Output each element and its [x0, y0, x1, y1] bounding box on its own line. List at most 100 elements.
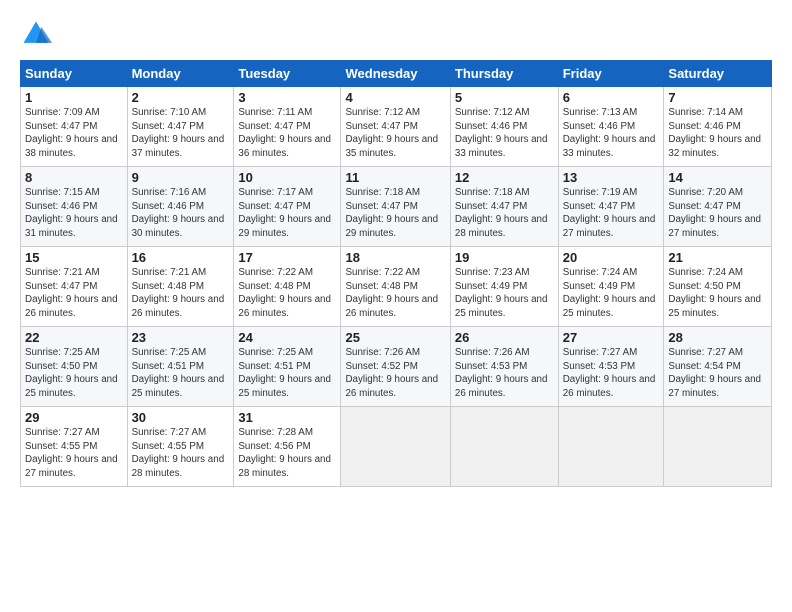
calendar-day-cell: 26 Sunrise: 7:26 AMSunset: 4:53 PMDaylig… [450, 327, 558, 407]
day-number: 30 [132, 410, 230, 425]
day-info: Sunrise: 7:10 AMSunset: 4:47 PMDaylight:… [132, 107, 225, 159]
calendar-day-cell: 16 Sunrise: 7:21 AMSunset: 4:48 PMDaylig… [127, 247, 234, 327]
calendar-day-cell: 24 Sunrise: 7:25 AMSunset: 4:51 PMDaylig… [234, 327, 341, 407]
calendar-day-cell: 29 Sunrise: 7:27 AMSunset: 4:55 PMDaylig… [21, 407, 128, 487]
day-info: Sunrise: 7:26 AMSunset: 4:52 PMDaylight:… [345, 347, 438, 399]
day-number: 11 [345, 170, 445, 185]
day-number: 5 [455, 90, 554, 105]
calendar-day-cell: 17 Sunrise: 7:22 AMSunset: 4:48 PMDaylig… [234, 247, 341, 327]
day-number: 26 [455, 330, 554, 345]
day-info: Sunrise: 7:26 AMSunset: 4:53 PMDaylight:… [455, 347, 548, 399]
day-info: Sunrise: 7:21 AMSunset: 4:48 PMDaylight:… [132, 267, 225, 319]
day-number: 6 [563, 90, 660, 105]
day-info: Sunrise: 7:14 AMSunset: 4:46 PMDaylight:… [668, 107, 761, 159]
day-info: Sunrise: 7:27 AMSunset: 4:53 PMDaylight:… [563, 347, 656, 399]
day-info: Sunrise: 7:20 AMSunset: 4:47 PMDaylight:… [668, 187, 761, 239]
calendar-day-cell: 8 Sunrise: 7:15 AMSunset: 4:46 PMDayligh… [21, 167, 128, 247]
day-info: Sunrise: 7:27 AMSunset: 4:54 PMDaylight:… [668, 347, 761, 399]
calendar-day-header: Thursday [450, 61, 558, 87]
calendar-week-row: 15 Sunrise: 7:21 AMSunset: 4:47 PMDaylig… [21, 247, 772, 327]
day-number: 17 [238, 250, 336, 265]
day-number: 25 [345, 330, 445, 345]
calendar-day-cell: 11 Sunrise: 7:18 AMSunset: 4:47 PMDaylig… [341, 167, 450, 247]
calendar-header-row: SundayMondayTuesdayWednesdayThursdayFrid… [21, 61, 772, 87]
calendar-day-cell: 30 Sunrise: 7:27 AMSunset: 4:55 PMDaylig… [127, 407, 234, 487]
calendar-day-cell: 2 Sunrise: 7:10 AMSunset: 4:47 PMDayligh… [127, 87, 234, 167]
day-number: 19 [455, 250, 554, 265]
day-number: 23 [132, 330, 230, 345]
calendar-table: SundayMondayTuesdayWednesdayThursdayFrid… [20, 60, 772, 487]
calendar-day-header: Tuesday [234, 61, 341, 87]
calendar-day-cell [450, 407, 558, 487]
calendar-day-cell: 12 Sunrise: 7:18 AMSunset: 4:47 PMDaylig… [450, 167, 558, 247]
day-info: Sunrise: 7:22 AMSunset: 4:48 PMDaylight:… [238, 267, 331, 319]
day-number: 16 [132, 250, 230, 265]
day-info: Sunrise: 7:21 AMSunset: 4:47 PMDaylight:… [25, 267, 118, 319]
calendar-week-row: 8 Sunrise: 7:15 AMSunset: 4:46 PMDayligh… [21, 167, 772, 247]
day-number: 29 [25, 410, 123, 425]
calendar-week-row: 22 Sunrise: 7:25 AMSunset: 4:50 PMDaylig… [21, 327, 772, 407]
calendar-day-cell: 21 Sunrise: 7:24 AMSunset: 4:50 PMDaylig… [664, 247, 772, 327]
day-info: Sunrise: 7:24 AMSunset: 4:50 PMDaylight:… [668, 267, 761, 319]
calendar-day-cell: 4 Sunrise: 7:12 AMSunset: 4:47 PMDayligh… [341, 87, 450, 167]
day-info: Sunrise: 7:23 AMSunset: 4:49 PMDaylight:… [455, 267, 548, 319]
calendar-day-cell: 1 Sunrise: 7:09 AMSunset: 4:47 PMDayligh… [21, 87, 128, 167]
day-number: 10 [238, 170, 336, 185]
page: SundayMondayTuesdayWednesdayThursdayFrid… [0, 0, 792, 612]
calendar-day-cell [558, 407, 664, 487]
calendar-day-cell: 10 Sunrise: 7:17 AMSunset: 4:47 PMDaylig… [234, 167, 341, 247]
day-number: 22 [25, 330, 123, 345]
calendar-day-cell: 20 Sunrise: 7:24 AMSunset: 4:49 PMDaylig… [558, 247, 664, 327]
calendar-day-cell: 31 Sunrise: 7:28 AMSunset: 4:56 PMDaylig… [234, 407, 341, 487]
day-number: 14 [668, 170, 767, 185]
day-number: 13 [563, 170, 660, 185]
calendar-week-row: 1 Sunrise: 7:09 AMSunset: 4:47 PMDayligh… [21, 87, 772, 167]
calendar-day-cell [341, 407, 450, 487]
calendar-day-cell: 18 Sunrise: 7:22 AMSunset: 4:48 PMDaylig… [341, 247, 450, 327]
calendar-day-cell: 5 Sunrise: 7:12 AMSunset: 4:46 PMDayligh… [450, 87, 558, 167]
calendar-day-cell: 13 Sunrise: 7:19 AMSunset: 4:47 PMDaylig… [558, 167, 664, 247]
logo-icon [20, 18, 52, 50]
calendar-day-cell: 3 Sunrise: 7:11 AMSunset: 4:47 PMDayligh… [234, 87, 341, 167]
day-info: Sunrise: 7:17 AMSunset: 4:47 PMDaylight:… [238, 187, 331, 239]
day-info: Sunrise: 7:28 AMSunset: 4:56 PMDaylight:… [238, 427, 331, 479]
day-number: 28 [668, 330, 767, 345]
calendar-day-cell: 19 Sunrise: 7:23 AMSunset: 4:49 PMDaylig… [450, 247, 558, 327]
day-info: Sunrise: 7:25 AMSunset: 4:51 PMDaylight:… [238, 347, 331, 399]
day-number: 15 [25, 250, 123, 265]
calendar-day-cell [664, 407, 772, 487]
day-info: Sunrise: 7:18 AMSunset: 4:47 PMDaylight:… [345, 187, 438, 239]
calendar-day-cell: 6 Sunrise: 7:13 AMSunset: 4:46 PMDayligh… [558, 87, 664, 167]
header [20, 18, 772, 50]
day-info: Sunrise: 7:19 AMSunset: 4:47 PMDaylight:… [563, 187, 656, 239]
calendar-day-cell: 14 Sunrise: 7:20 AMSunset: 4:47 PMDaylig… [664, 167, 772, 247]
day-info: Sunrise: 7:09 AMSunset: 4:47 PMDaylight:… [25, 107, 118, 159]
day-info: Sunrise: 7:27 AMSunset: 4:55 PMDaylight:… [25, 427, 118, 479]
day-info: Sunrise: 7:27 AMSunset: 4:55 PMDaylight:… [132, 427, 225, 479]
day-number: 24 [238, 330, 336, 345]
calendar-day-cell: 28 Sunrise: 7:27 AMSunset: 4:54 PMDaylig… [664, 327, 772, 407]
day-number: 31 [238, 410, 336, 425]
calendar-day-header: Sunday [21, 61, 128, 87]
calendar-day-cell: 27 Sunrise: 7:27 AMSunset: 4:53 PMDaylig… [558, 327, 664, 407]
day-info: Sunrise: 7:11 AMSunset: 4:47 PMDaylight:… [238, 107, 331, 159]
day-number: 20 [563, 250, 660, 265]
calendar-day-cell: 22 Sunrise: 7:25 AMSunset: 4:50 PMDaylig… [21, 327, 128, 407]
calendar-day-cell: 9 Sunrise: 7:16 AMSunset: 4:46 PMDayligh… [127, 167, 234, 247]
day-number: 8 [25, 170, 123, 185]
day-number: 3 [238, 90, 336, 105]
logo [20, 18, 58, 50]
day-number: 18 [345, 250, 445, 265]
day-number: 27 [563, 330, 660, 345]
calendar-day-cell: 7 Sunrise: 7:14 AMSunset: 4:46 PMDayligh… [664, 87, 772, 167]
calendar-day-cell: 15 Sunrise: 7:21 AMSunset: 4:47 PMDaylig… [21, 247, 128, 327]
calendar-week-row: 29 Sunrise: 7:27 AMSunset: 4:55 PMDaylig… [21, 407, 772, 487]
calendar-day-header: Friday [558, 61, 664, 87]
day-number: 2 [132, 90, 230, 105]
day-number: 12 [455, 170, 554, 185]
day-number: 4 [345, 90, 445, 105]
day-number: 21 [668, 250, 767, 265]
day-info: Sunrise: 7:13 AMSunset: 4:46 PMDaylight:… [563, 107, 656, 159]
calendar-day-cell: 23 Sunrise: 7:25 AMSunset: 4:51 PMDaylig… [127, 327, 234, 407]
calendar-day-header: Monday [127, 61, 234, 87]
